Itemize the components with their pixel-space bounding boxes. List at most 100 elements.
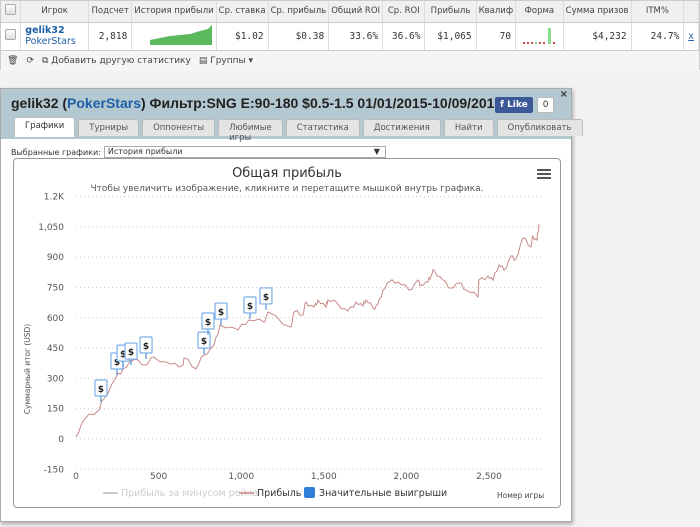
add-stat-button[interactable]: ⧉ Добавить другую статистику	[42, 56, 191, 66]
close-icon[interactable]: ×	[560, 89, 568, 100]
refresh-icon[interactable]: ⟳	[26, 56, 34, 66]
x-tick-label: 0	[73, 472, 79, 482]
tab-statistics[interactable]: Статистика	[285, 119, 360, 136]
y-tick-label: 0	[58, 435, 64, 445]
big-win-marker[interactable]: $	[197, 331, 211, 355]
tab-charts[interactable]: Графики	[14, 117, 76, 137]
col-header[interactable]: Ср. прибыль	[268, 1, 330, 23]
big-win-marker[interactable]: $	[124, 342, 138, 366]
y-tick-label: 1,050	[38, 223, 64, 233]
chart-select-label: Выбранные графики:	[11, 147, 101, 157]
groups-button[interactable]: ▤ Группы ▾	[199, 56, 253, 66]
tab-publish[interactable]: Опубликовать	[496, 119, 583, 136]
col-header[interactable]: Ср. ROI	[382, 1, 426, 23]
qual-cell: 70	[476, 22, 517, 51]
marker-label: $	[205, 318, 211, 328]
marker-label: $	[218, 308, 224, 318]
grid-header-row: Игрок Подсчет История прибыли Ср. ставка…	[1, 1, 699, 23]
select-all-cell[interactable]	[1, 1, 22, 23]
marker-label: $	[143, 342, 149, 352]
marker-label: $	[128, 348, 134, 358]
y-tick-label: -150	[44, 465, 65, 475]
big-win-marker[interactable]: $	[259, 287, 273, 310]
y-tick-label: 750	[47, 284, 64, 294]
site-link[interactable]: PokerStars	[25, 36, 84, 47]
chart-select-value: История прибыли	[107, 147, 183, 156]
legend-item-wins[interactable]: Значительные выигрыши	[304, 487, 447, 499]
col-header[interactable]: Квалиф	[476, 1, 517, 23]
y-tick-label: 150	[47, 405, 64, 415]
legend-label: Прибыль за минусом рейка	[121, 488, 258, 499]
marker-label: $	[201, 337, 207, 347]
like-label: Like	[507, 100, 528, 110]
legend-item-rake[interactable]: Прибыль за минусом рейка	[103, 488, 258, 499]
x-tick-label: 500	[150, 472, 167, 482]
like-button[interactable]: f Like	[495, 97, 533, 113]
title-site-link[interactable]: PokerStars	[67, 95, 141, 111]
profit-history-sparkline	[131, 22, 217, 51]
big-win-marker[interactable]: $	[139, 336, 153, 360]
total-roi-cell: 33.6%	[328, 22, 384, 51]
col-header[interactable]: Ср. ставка	[216, 1, 269, 23]
tab-achievements[interactable]: Достижения	[362, 119, 441, 136]
y-tick-label: 900	[47, 253, 64, 263]
avg-roi-cell: 36.6%	[382, 22, 426, 51]
profit-chart[interactable]: Общая прибыль Чтобы увеличить изображени…	[13, 158, 561, 508]
chart-title: Общая прибыль	[232, 166, 342, 181]
y-tick-label: 450	[47, 344, 64, 354]
col-header[interactable]: Форма	[515, 1, 564, 23]
y-tick-label: 1.2K	[44, 193, 65, 203]
remove-row-button[interactable]: x	[683, 22, 699, 51]
stats-grid: Игрок Подсчет История прибыли Ср. ставка…	[0, 0, 700, 71]
col-header[interactable]: Общий ROI	[328, 1, 384, 23]
chart-select[interactable]: История прибыли ▼	[103, 146, 386, 158]
tab-tournaments[interactable]: Турниры	[78, 119, 140, 136]
x-tick-label: 1,500	[311, 472, 337, 482]
col-header[interactable]: Сумма призов	[563, 1, 632, 23]
legend-label: Прибыль	[257, 488, 302, 499]
legend-label: Значительные выигрыши	[319, 488, 447, 499]
menu-icon[interactable]	[537, 169, 551, 179]
player-link[interactable]: gelik32	[25, 25, 84, 36]
itm-cell: 24.7%	[631, 22, 685, 51]
col-header[interactable]: Подсчет	[88, 1, 133, 23]
table-row: gelik32 PokerStars 2,818 $1.02 $0.38 33.6…	[1, 22, 699, 51]
player-dialog: gelik32 (PokerStars) Фильтр:SNG E:90-180…	[0, 88, 583, 522]
profit-line	[75, 223, 540, 438]
facebook-icon: f	[500, 100, 504, 110]
form-sparkline	[515, 22, 564, 51]
dialog-title: gelik32 (PokerStars) Фильтр:SNG E:90-180…	[11, 95, 503, 111]
col-header[interactable]: История прибыли	[131, 1, 217, 23]
dropdown-arrow-icon: ▼	[373, 147, 380, 156]
trash-icon[interactable]: 🗑	[7, 56, 18, 66]
avg-profit-cell: $0.38	[268, 22, 330, 51]
y-tick-label: 600	[47, 314, 64, 324]
big-win-marker[interactable]: $	[243, 296, 257, 320]
col-header[interactable]: Прибыль	[424, 1, 477, 23]
col-header[interactable]: Игрок	[20, 1, 90, 23]
x-axis-label: Номер игры	[497, 491, 544, 500]
count-cell: 2,818	[88, 22, 133, 51]
title-filter: Фильтр:SNG E:90-180 $0.5-1.5 01/01/2015-…	[149, 95, 503, 111]
x-tick-label: 1,000	[228, 472, 254, 482]
big-win-marker[interactable]: $	[94, 379, 108, 403]
tab-find[interactable]: Найти	[443, 119, 494, 136]
profit-cell: $1,065	[424, 22, 477, 51]
col-header[interactable]: ITM%	[631, 1, 685, 23]
marker-label: $	[247, 302, 253, 312]
big-win-marker[interactable]: $	[214, 302, 228, 326]
groups-label: Группы	[210, 55, 246, 66]
tab-favorite-games[interactable]: Любимые игры	[218, 119, 283, 143]
y-tick-label: 300	[47, 374, 64, 384]
facebook-like[interactable]: f Like 0	[495, 97, 555, 113]
x-tick-label: 2,000	[394, 472, 420, 482]
tab-opponents[interactable]: Оппоненты	[142, 119, 216, 136]
select-all-checkbox[interactable]	[5, 4, 17, 16]
chart-svg[interactable]: Общая прибыль Чтобы увеличить изображени…	[14, 159, 560, 507]
add-icon: ⧉	[41, 55, 49, 66]
add-stat-label: Добавить другую статистику	[51, 55, 191, 66]
legend: Прибыль за минусом рейка Прибыль Значите…	[103, 487, 447, 499]
row-checkbox[interactable]	[5, 29, 16, 40]
like-count: 0	[536, 97, 555, 113]
prizes-cell: $4,232	[563, 22, 632, 51]
